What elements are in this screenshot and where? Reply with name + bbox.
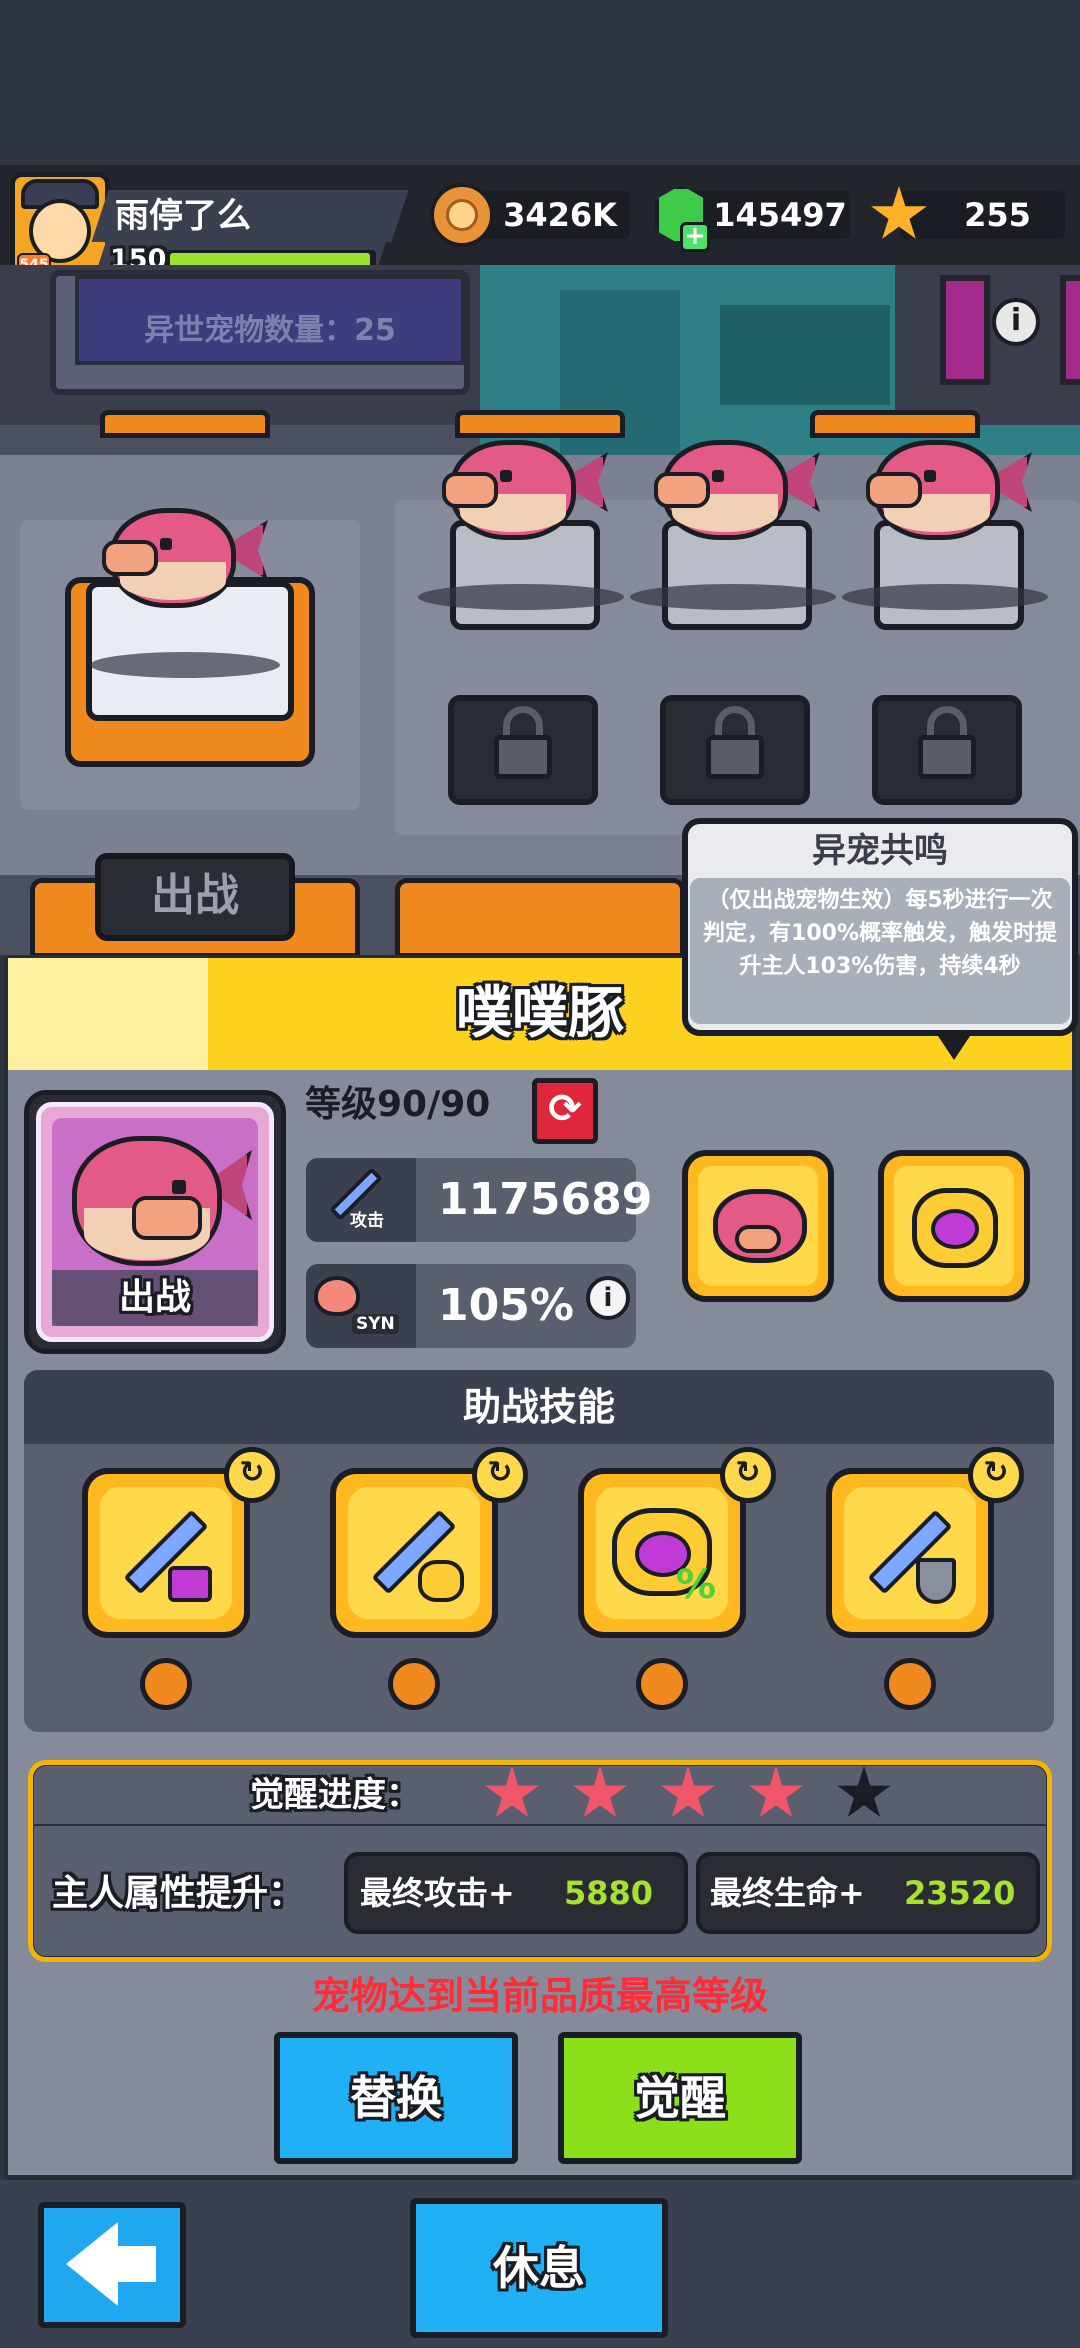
final-hp-label: 最终生命+: [710, 1874, 865, 1912]
replace-button[interactable]: 替换: [274, 2032, 518, 2164]
final-hp-value: 23520: [904, 1874, 1016, 1912]
pet-fish-icon[interactable]: [440, 432, 610, 552]
star-amount: 255: [964, 196, 1031, 234]
pet-fish-icon[interactable]: [864, 432, 1034, 552]
skill-orb-icon[interactable]: [884, 1658, 936, 1710]
add-gem-icon[interactable]: +: [680, 222, 710, 252]
tooltip-title: 异宠共鸣: [812, 831, 948, 871]
skill-orb-icon[interactable]: [636, 1658, 688, 1710]
swap-skill-icon[interactable]: ↻: [720, 1447, 776, 1503]
skull-badge-icon: [168, 1566, 212, 1602]
puffer-fish-icon: [705, 1185, 815, 1270]
pet-level: 等级90/90: [305, 1084, 491, 1125]
pet-portrait-icon: [62, 1130, 252, 1270]
final-attack-value: 5880: [564, 1874, 654, 1912]
max-level-notice: 宠物达到当前品质最高等级: [311, 1974, 768, 2018]
coin-face-icon: [446, 199, 478, 231]
attack-value: 1175689: [438, 1174, 653, 1225]
lock-icon: [918, 735, 976, 779]
player-avatar[interactable]: 545: [10, 172, 110, 276]
final-attack-label: 最终攻击+: [360, 1874, 515, 1912]
tooltip-text: （仅出战宠物生效）每5秒进行一次判定，有100%概率触发，触发时提升主人103%…: [703, 888, 1057, 979]
window: [1060, 275, 1080, 385]
info-icon[interactable]: i: [586, 1276, 630, 1320]
rail: [395, 878, 685, 958]
pet-shadow: [630, 584, 836, 610]
paw-icon: [314, 1276, 360, 1316]
pet-fish-icon[interactable]: [100, 500, 270, 620]
skill-orb-icon[interactable]: [140, 1658, 192, 1710]
pet-shadow: [842, 584, 1048, 610]
pet-shadow: [90, 652, 280, 678]
awaken-progress-row: [34, 1766, 1046, 1824]
swap-skill-icon[interactable]: ↻: [968, 1447, 1024, 1503]
player-name: 雨停了么: [115, 196, 251, 236]
coin-amount: 3426K: [503, 196, 617, 234]
swap-skill-icon[interactable]: ↻: [472, 1447, 528, 1503]
rest-button[interactable]: 休息: [410, 2198, 668, 2338]
status-bar-area: [0, 0, 1080, 165]
shield-icon: [916, 1558, 956, 1604]
pet-count-label: 异世宠物数量：25: [144, 313, 396, 348]
attack-sub-label: 攻击: [350, 1211, 384, 1231]
awaken-button[interactable]: 觉醒: [558, 2032, 802, 2164]
gem-amount: 145497: [713, 196, 847, 234]
awaken-progress-label: 觉醒进度：: [250, 1775, 420, 1815]
window: [940, 275, 990, 385]
syn-sub-label: SYN: [352, 1314, 399, 1334]
assist-skills-title: 助战技能: [24, 1370, 1054, 1444]
refresh-icon[interactable]: ⟳: [532, 1078, 598, 1144]
skill-orb-icon[interactable]: [388, 1658, 440, 1710]
deploy-button[interactable]: 出战: [95, 853, 295, 941]
building: [720, 305, 890, 405]
owner-bonus-label: 主人属性提升：: [52, 1873, 305, 1914]
pet-badge-icon: [418, 1560, 464, 1602]
pet-shadow: [418, 584, 624, 610]
info-icon[interactable]: i: [992, 298, 1040, 346]
pet-fish-icon[interactable]: [652, 432, 822, 552]
pet-head-icon: [912, 1188, 998, 1268]
lock-icon: [706, 735, 764, 779]
syn-value: 105%: [438, 1280, 574, 1331]
percent-icon: %: [676, 1562, 717, 1608]
title-banner-highlight: [8, 958, 208, 1070]
rail: [100, 410, 270, 438]
back-arrow-icon: [112, 2246, 156, 2282]
swap-skill-icon[interactable]: ↻: [224, 1447, 280, 1503]
lock-icon: [494, 735, 552, 779]
pet-status-label: 出战: [52, 1270, 258, 1326]
